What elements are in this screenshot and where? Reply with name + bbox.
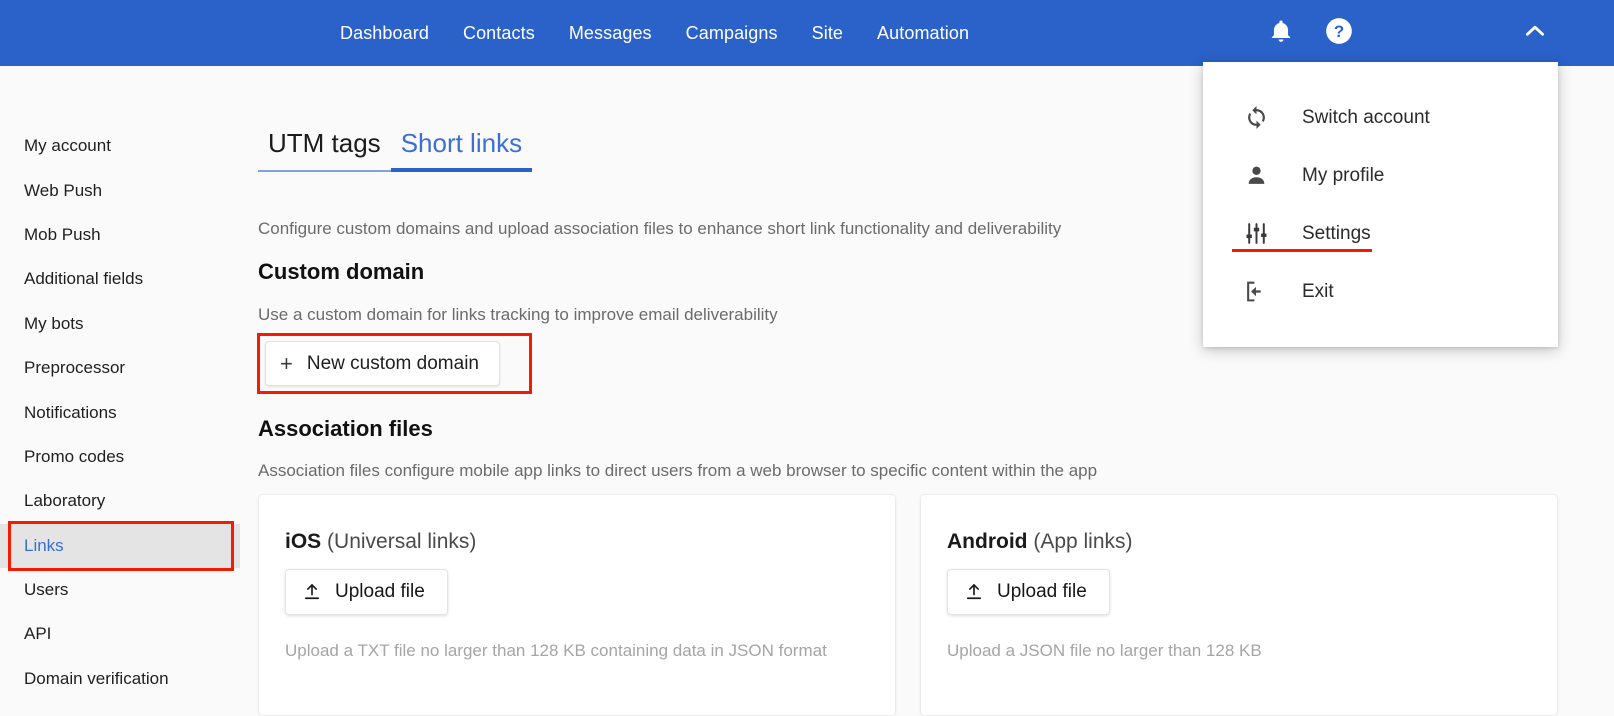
android-card-title: Android (App links): [947, 531, 1133, 552]
android-association-card: Android (App links) Upload file Upload a…: [920, 494, 1558, 716]
sidebar-item-laboratory[interactable]: Laboratory: [0, 479, 240, 523]
sidebar-item-api[interactable]: API: [0, 612, 240, 656]
sidebar-item-users[interactable]: Users: [0, 568, 240, 612]
custom-domain-description: Use a custom domain for links tracking t…: [258, 305, 778, 324]
help-circle-icon: ?: [1325, 17, 1353, 50]
person-icon: [1243, 162, 1269, 188]
tab-underline: [258, 170, 391, 172]
ios-upload-hint: Upload a TXT file no larger than 128 KB …: [285, 641, 827, 660]
sidebar-item-domain-verification[interactable]: Domain verification: [0, 657, 240, 701]
menu-item-label: Exit: [1302, 280, 1334, 302]
plus-icon: +: [280, 350, 293, 376]
sidebar-item-my-bots[interactable]: My bots: [0, 302, 240, 346]
android-platform-subtitle: (App links): [1033, 530, 1133, 553]
nav-link-site[interactable]: Site: [812, 24, 843, 42]
ios-association-card: iOS (Universal links) Upload file Upload…: [258, 494, 896, 716]
exit-icon: [1243, 278, 1269, 304]
sliders-icon: [1243, 220, 1269, 246]
top-nav-actions: ?: [1258, 0, 1614, 66]
svg-text:?: ?: [1334, 22, 1344, 41]
top-navigation-bar: Dashboard Contacts Messages Campaigns Si…: [0, 0, 1614, 66]
ios-platform-subtitle: (Universal links): [327, 530, 477, 553]
nav-link-messages[interactable]: Messages: [569, 24, 652, 42]
tab-label: Short links: [400, 128, 523, 158]
sidebar-item-promo-codes[interactable]: Promo codes: [0, 435, 240, 479]
menu-item-settings[interactable]: Settings: [1203, 204, 1558, 262]
menu-item-exit[interactable]: Exit: [1203, 262, 1558, 320]
sidebar-item-additional-fields[interactable]: Additional fields: [0, 257, 240, 301]
upload-icon: [964, 582, 984, 602]
android-upload-file-button[interactable]: Upload file: [947, 569, 1110, 615]
sidebar-item-my-account[interactable]: My account: [0, 124, 240, 168]
ios-card-title: iOS (Universal links): [285, 531, 476, 552]
settings-red-underline-annotation: [1232, 249, 1372, 252]
settings-sidebar: My account Web Push Mob Push Additional …: [0, 66, 240, 716]
tab-bar: UTM tags Short links: [258, 128, 533, 172]
tab-short-links[interactable]: Short links: [390, 128, 533, 172]
page-description: Configure custom domains and upload asso…: [258, 219, 1062, 238]
nav-link-automation[interactable]: Automation: [877, 24, 969, 42]
new-custom-domain-button[interactable]: + New custom domain: [265, 341, 500, 386]
sidebar-item-preprocessor[interactable]: Preprocessor: [0, 346, 240, 390]
android-upload-hint: Upload a JSON file no larger than 128 KB: [947, 641, 1262, 660]
ios-platform-label: iOS: [285, 530, 322, 553]
custom-domain-heading: Custom domain: [258, 259, 425, 284]
sidebar-item-mob-push[interactable]: Mob Push: [0, 213, 240, 257]
bell-icon: [1268, 18, 1294, 49]
association-files-heading: Association files: [258, 416, 433, 441]
nav-link-campaigns[interactable]: Campaigns: [686, 24, 778, 42]
menu-item-label: My profile: [1302, 164, 1385, 186]
association-files-description: Association files configure mobile app l…: [258, 461, 1098, 480]
sidebar-item-links[interactable]: Links: [0, 523, 240, 568]
nav-link-dashboard[interactable]: Dashboard: [340, 24, 429, 42]
tab-label: UTM tags: [268, 128, 381, 158]
ios-upload-file-button[interactable]: Upload file: [285, 569, 448, 615]
menu-item-my-profile[interactable]: My profile: [1203, 146, 1558, 204]
menu-item-label: Settings: [1302, 222, 1371, 244]
top-nav-link-group: Dashboard Contacts Messages Campaigns Si…: [340, 24, 969, 42]
tab-utm-tags[interactable]: UTM tags: [258, 130, 391, 172]
upload-icon: [302, 582, 322, 602]
help-button[interactable]: ?: [1316, 10, 1362, 56]
menu-item-label: Switch account: [1302, 106, 1430, 128]
ios-upload-label: Upload file: [335, 581, 425, 602]
tab-underline-active: [390, 168, 533, 172]
notifications-button[interactable]: [1258, 10, 1304, 56]
sidebar-item-notifications[interactable]: Notifications: [0, 390, 240, 434]
sidebar-item-web-push[interactable]: Web Push: [0, 168, 240, 212]
account-dropdown-menu: Switch account My profile Settings Exit: [1203, 62, 1558, 347]
chevron-up-icon: [1522, 18, 1548, 49]
nav-link-contacts[interactable]: Contacts: [463, 24, 535, 42]
android-upload-label: Upload file: [997, 581, 1087, 602]
menu-item-switch-account[interactable]: Switch account: [1203, 88, 1558, 146]
switch-account-icon: [1243, 104, 1269, 130]
new-custom-domain-label: New custom domain: [306, 352, 479, 374]
android-platform-label: Android: [947, 530, 1028, 553]
account-menu-toggle[interactable]: [1512, 10, 1558, 56]
